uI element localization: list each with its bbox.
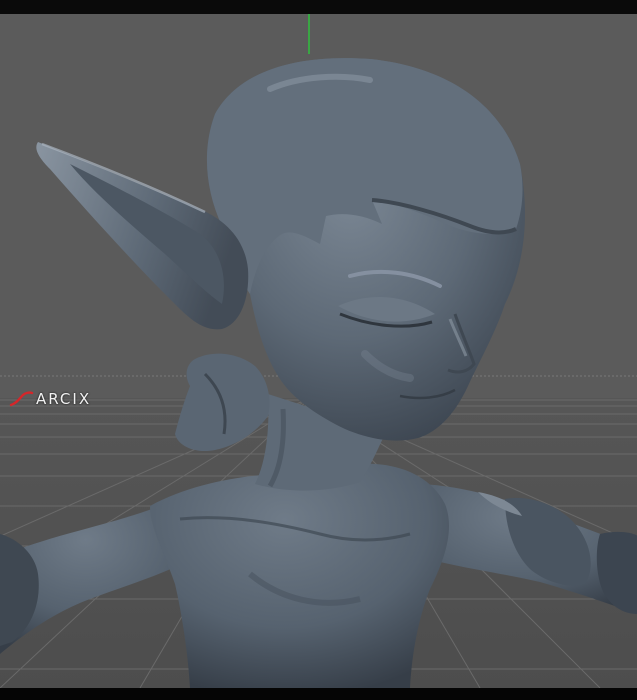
watermark-text: ARCIX bbox=[36, 390, 92, 408]
watermark: ARCIX bbox=[8, 388, 91, 410]
3d-viewport[interactable]: ARCIX bbox=[0, 14, 637, 688]
s-swoosh-logo-icon bbox=[9, 391, 34, 407]
torso bbox=[150, 463, 450, 688]
viewport-canvas[interactable] bbox=[0, 14, 637, 688]
bottom-border bbox=[0, 688, 637, 700]
render-window: ARCIX bbox=[0, 0, 637, 700]
